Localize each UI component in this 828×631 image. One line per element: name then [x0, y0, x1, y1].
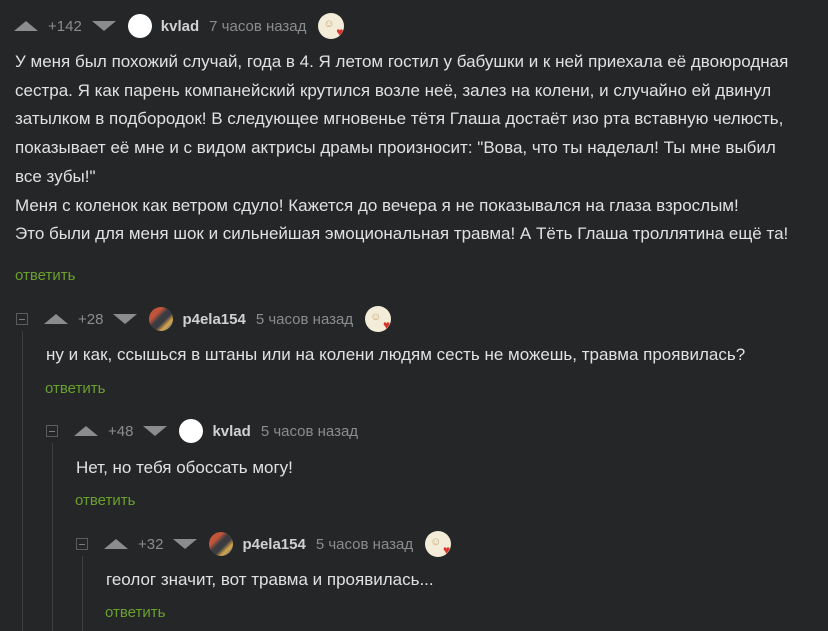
comment-text-line: Меня с коленок как ветром сдуло! Кажется…: [15, 195, 739, 215]
comment-text-line: У меня был похожий случай, года в 4. Я л…: [15, 52, 789, 71]
vote-up-icon[interactable]: [44, 314, 68, 324]
award-heart-icon[interactable]: ☺ ♥: [318, 13, 345, 39]
minus-square-icon[interactable]: [76, 538, 88, 550]
comment-text: геолог значит, вот травма и проявилась..…: [106, 566, 816, 595]
comment-time[interactable]: 5 часов назад: [256, 311, 353, 328]
username[interactable]: kvlad: [161, 18, 199, 35]
vote-down-icon[interactable]: [91, 21, 116, 31]
comment-text: Нет, но тебя обоссать могу!: [76, 454, 816, 483]
comment-header: +32 p4ela154 5 часов назад ☺ ♥: [104, 531, 452, 557]
username[interactable]: p4ela154: [182, 311, 245, 328]
comment-rating: +32: [138, 535, 164, 553]
comment-time[interactable]: 5 часов назад: [316, 536, 413, 553]
minus-square-icon[interactable]: [16, 313, 28, 325]
comment-rating: +142: [48, 17, 82, 35]
comment-text-line: ну и как, ссышься в штаны или на колени …: [46, 345, 746, 364]
comment-text-line: все зубы!": [15, 166, 96, 186]
comment-text: ну и как, ссышься в штаны или на колени …: [46, 341, 826, 370]
comment-rating: +28: [78, 310, 104, 328]
reply-link[interactable]: ответить: [75, 492, 135, 509]
username[interactable]: kvlad: [212, 423, 250, 440]
thread-line[interactable]: [52, 443, 53, 631]
comment-header: +28 p4ela154 5 часов назад ☺ ♥: [44, 306, 392, 332]
comment-text-line: геолог значит, вот травма и проявилась..…: [106, 570, 434, 589]
vote-down-icon[interactable]: [143, 426, 168, 436]
comment-header: +142 kvlad 7 часов назад ☺ ♥: [14, 13, 345, 39]
comment-text-line: сестра. Я как парень компанейский крутил…: [15, 80, 772, 100]
reply-link[interactable]: ответить: [45, 380, 105, 397]
comment-header: +48 kvlad 5 часов назад: [74, 419, 358, 443]
comment-time[interactable]: 5 часов назад: [261, 423, 358, 440]
thread-line[interactable]: [82, 556, 83, 631]
avatar[interactable]: [149, 307, 174, 331]
comment-text: У меня был похожий случай, года в 4. Я л…: [15, 48, 825, 249]
comment-text-line: Нет, но тебя обоссать могу!: [76, 458, 293, 477]
vote-up-icon[interactable]: [104, 539, 128, 549]
thread-line[interactable]: [22, 331, 23, 631]
vote-down-icon[interactable]: [113, 314, 138, 324]
reply-link[interactable]: ответить: [15, 267, 75, 284]
avatar[interactable]: [127, 14, 152, 38]
comment-text-line: показывает её мне и с видом актрисы драм…: [15, 138, 776, 158]
minus-square-icon[interactable]: [46, 425, 58, 437]
vote-up-icon[interactable]: [14, 21, 38, 31]
reply-link[interactable]: ответить: [105, 604, 165, 621]
vote-down-icon[interactable]: [173, 539, 198, 549]
avatar[interactable]: [209, 532, 234, 556]
avatar[interactable]: [179, 419, 204, 443]
award-heart-icon[interactable]: ☺ ♥: [425, 531, 452, 557]
comment-rating: +48: [108, 422, 134, 440]
comment-text-line: Это были для меня шок и сильнейшая эмоци…: [15, 224, 789, 244]
username[interactable]: p4ela154: [242, 536, 305, 553]
vote-up-icon[interactable]: [74, 426, 98, 436]
comment-time[interactable]: 7 часов назад: [209, 18, 306, 35]
comment-text-line: затылком в подбородок! В следующее мгнов…: [15, 109, 784, 129]
award-heart-icon[interactable]: ☺ ♥: [365, 306, 392, 332]
